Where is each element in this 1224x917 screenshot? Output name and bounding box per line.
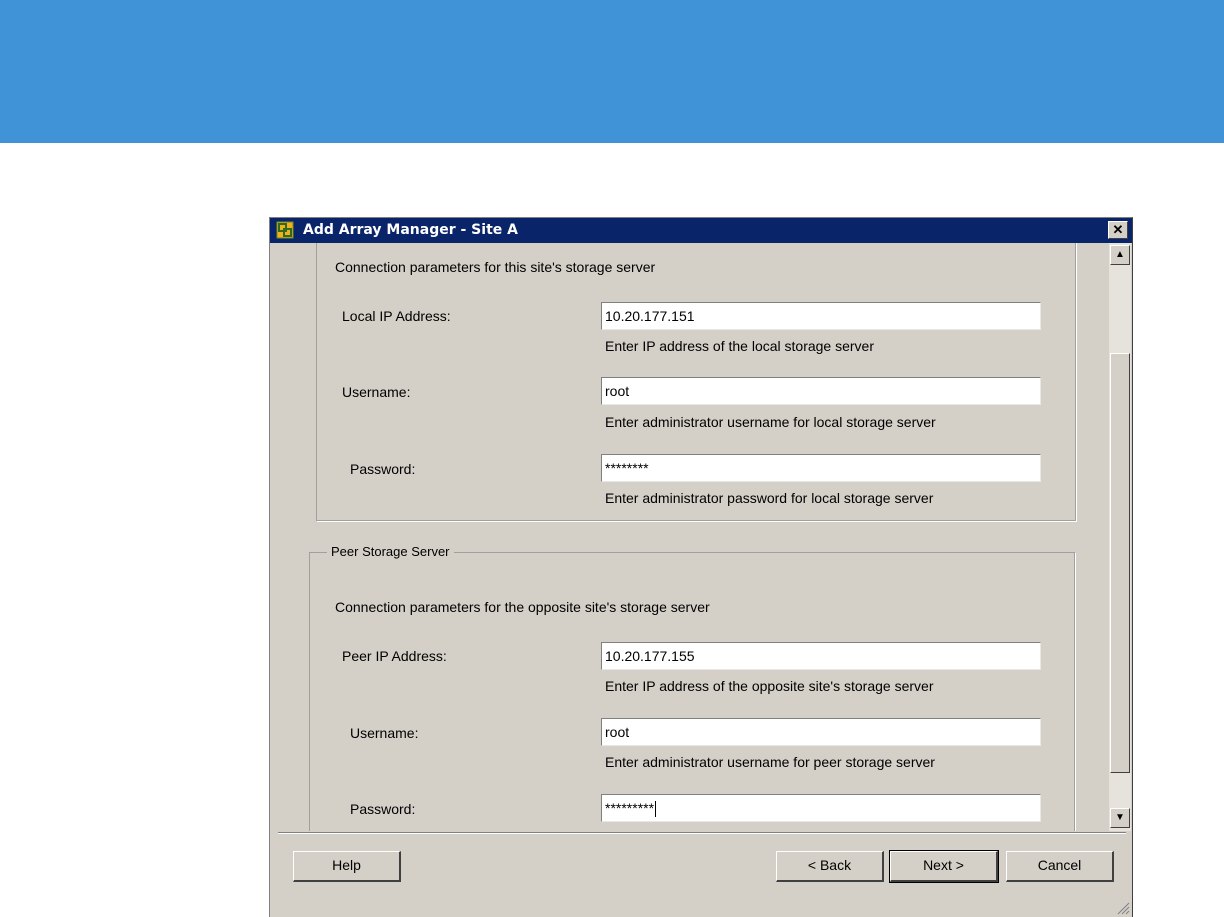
peer-username-hint: Enter administrator username for peer st…	[605, 754, 935, 770]
back-button-label: < Back	[807, 857, 852, 873]
dialog-content: Connection parameters for this site's st…	[271, 243, 1107, 831]
footer-separator	[278, 832, 1126, 834]
local-ip-hint: Enter IP address of the local storage se…	[605, 338, 874, 354]
peer-username-label: Username:	[350, 725, 419, 741]
local-password-label: Password:	[350, 461, 416, 477]
cancel-button-label: Cancel	[1037, 857, 1082, 873]
local-username-hint: Enter administrator username for local s…	[605, 414, 936, 430]
add-array-manager-dialog: Add Array Manager - Site A ✕ Connection …	[269, 217, 1133, 917]
local-password-hint: Enter administrator password for local s…	[605, 490, 934, 506]
peer-password-label: Password:	[350, 801, 416, 817]
title-bar[interactable]: Add Array Manager - Site A ✕	[270, 218, 1132, 243]
scroll-thumb[interactable]	[1110, 353, 1130, 773]
peer-ip-input[interactable]	[601, 642, 1041, 670]
local-ip-label: Local IP Address:	[342, 308, 451, 324]
vertical-scrollbar[interactable]: ▲ ▼	[1109, 243, 1131, 831]
next-button[interactable]: Next >	[889, 850, 999, 883]
peer-section-description: Connection parameters for the opposite s…	[335, 599, 710, 615]
peer-username-input[interactable]	[601, 718, 1041, 746]
next-button-label: Next >	[923, 857, 964, 873]
resize-grip-icon[interactable]	[1116, 901, 1130, 915]
help-button[interactable]: Help	[293, 851, 401, 882]
top-banner	[0, 0, 1224, 143]
text-caret	[655, 801, 657, 818]
close-button[interactable]: ✕	[1108, 221, 1128, 239]
local-ip-input[interactable]	[601, 302, 1041, 330]
peer-ip-label: Peer IP Address:	[342, 648, 447, 664]
scroll-up-button[interactable]: ▲	[1110, 245, 1130, 265]
local-username-label: Username:	[342, 384, 411, 400]
peer-ip-hint: Enter IP address of the opposite site's …	[605, 678, 934, 694]
vmware-app-icon	[276, 221, 294, 239]
scroll-down-button[interactable]: ▼	[1110, 808, 1130, 828]
local-username-input[interactable]	[601, 377, 1041, 405]
cancel-button[interactable]: Cancel	[1006, 851, 1114, 882]
window-title: Add Array Manager - Site A	[303, 222, 518, 238]
peer-password-input[interactable]: *********	[601, 794, 1041, 822]
local-password-input[interactable]: ********	[601, 454, 1041, 482]
back-button[interactable]: < Back	[776, 851, 884, 882]
help-button-label: Help	[332, 857, 361, 873]
peer-storage-groupbox-title: Peer Storage Server	[327, 544, 454, 559]
peer-password-value: *********	[605, 800, 655, 816]
local-section-description: Connection parameters for this site's st…	[335, 259, 656, 275]
